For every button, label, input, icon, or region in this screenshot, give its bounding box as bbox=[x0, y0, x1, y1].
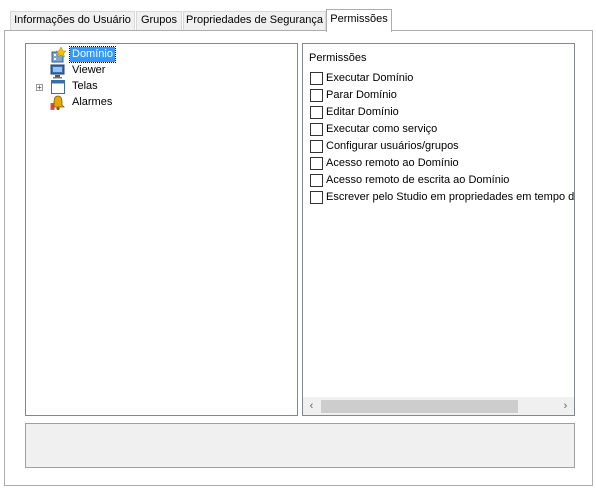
permission-label: Editar Domínio bbox=[326, 106, 399, 118]
horizontal-scrollbar[interactable]: ‹ › bbox=[303, 397, 574, 415]
tree-item-label: Domínio bbox=[69, 46, 116, 63]
permission-label: Executar Domínio bbox=[326, 72, 414, 84]
permission-label: Acesso remoto de escrita ao Domínio bbox=[326, 174, 510, 186]
tab-user-info[interactable]: Informações do Usuário bbox=[10, 11, 135, 30]
checkbox[interactable] bbox=[310, 123, 323, 136]
tree-item-label: Alarmes bbox=[72, 96, 113, 108]
checkbox[interactable] bbox=[310, 140, 323, 153]
tab-security-properties[interactable]: Propriedades de Segurança bbox=[183, 11, 326, 30]
expand-icon[interactable]: + bbox=[36, 84, 43, 92]
permission-label: Executar como serviço bbox=[326, 123, 438, 135]
checkbox[interactable] bbox=[310, 106, 323, 119]
screens-icon bbox=[50, 79, 66, 95]
tab-permissions[interactable]: Permissões bbox=[326, 9, 392, 32]
permission-label: Acesso remoto ao Domínio bbox=[326, 157, 459, 169]
scroll-thumb[interactable] bbox=[321, 400, 518, 413]
tree-item-label: Viewer bbox=[72, 64, 106, 76]
viewer-icon bbox=[50, 63, 66, 79]
checkbox[interactable] bbox=[310, 191, 323, 204]
permission-label: Configurar usuários/grupos bbox=[326, 140, 459, 152]
tab-bar: Informações do Usuário Grupos Propriedad… bbox=[0, 0, 596, 32]
permissions-panel: Domínio Viewer + Telas Alarmes Permissõe… bbox=[4, 30, 593, 486]
permissions-title: Permissões bbox=[309, 52, 367, 64]
scroll-left-icon[interactable]: ‹ bbox=[303, 398, 320, 415]
tree-item-label: Telas bbox=[72, 80, 98, 92]
status-area bbox=[25, 423, 575, 468]
resource-tree[interactable]: Domínio Viewer + Telas Alarmes bbox=[25, 43, 298, 416]
domain-icon bbox=[50, 46, 67, 63]
checkbox[interactable] bbox=[310, 89, 323, 102]
permission-label: Escrever pelo Studio em propriedades em … bbox=[326, 191, 575, 203]
checkbox[interactable] bbox=[310, 174, 323, 187]
tab-groups[interactable]: Grupos bbox=[136, 11, 182, 30]
permission-label: Parar Domínio bbox=[326, 89, 397, 101]
checkbox[interactable] bbox=[310, 157, 323, 170]
scroll-right-icon[interactable]: › bbox=[557, 398, 574, 415]
alarm-bell-icon bbox=[50, 95, 66, 111]
checkbox[interactable] bbox=[310, 72, 323, 85]
permissions-list: Permissões Executar Domínio Parar Domíni… bbox=[302, 43, 575, 416]
